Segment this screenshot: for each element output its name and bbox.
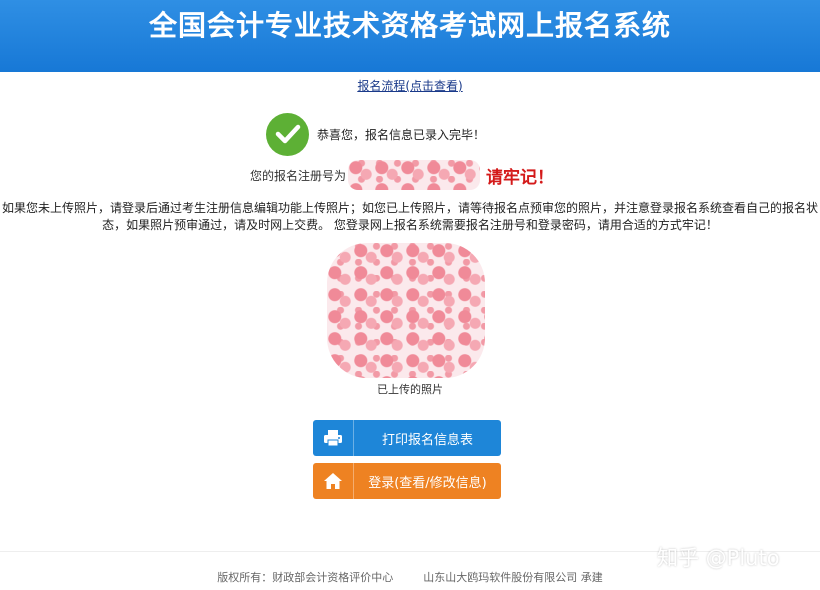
page-title: 全国会计专业技术资格考试网上报名系统 xyxy=(148,9,671,42)
registration-number-row: 您的报名注册号为 请牢记！ xyxy=(250,160,554,190)
print-registration-button[interactable]: 打印报名信息表 xyxy=(313,420,501,456)
login-button-label: 登录(查看/修改信息) xyxy=(368,475,487,491)
printer-icon xyxy=(313,420,354,456)
watermark: 知乎 @Pluto xyxy=(657,546,780,570)
success-text: 恭喜您，报名信息已录入完毕！ xyxy=(317,127,486,142)
footer-copyright: 版权所有：财政部会计资格评价中心 xyxy=(217,571,394,584)
registration-number-label: 您的报名注册号为 xyxy=(250,168,347,183)
registration-flow-link[interactable]: 报名流程(点击查看) xyxy=(0,77,820,94)
footer-vendor: 山东山大鸥玛软件股份有限公司 承建 xyxy=(423,571,603,584)
header-banner: 全国会计专业技术资格考试网上报名系统 xyxy=(0,0,820,72)
instruction-notice: 如果您未上传照片，请登录后通过考生注册信息编辑功能上传照片；如您已上传照片，请等… xyxy=(1,201,818,232)
checkmark-icon xyxy=(266,112,309,156)
registration-number-redacted xyxy=(348,160,481,190)
login-button[interactable]: 登录(查看/修改信息) xyxy=(313,463,501,499)
photo-caption: 已上传的照片 xyxy=(377,383,443,396)
remember-warning: 请牢记！ xyxy=(486,167,555,188)
print-button-label: 打印报名信息表 xyxy=(381,432,473,448)
home-icon xyxy=(313,463,354,499)
success-message: 恭喜您，报名信息已录入完毕！ xyxy=(266,112,485,156)
uploaded-photo-redacted xyxy=(327,243,485,378)
